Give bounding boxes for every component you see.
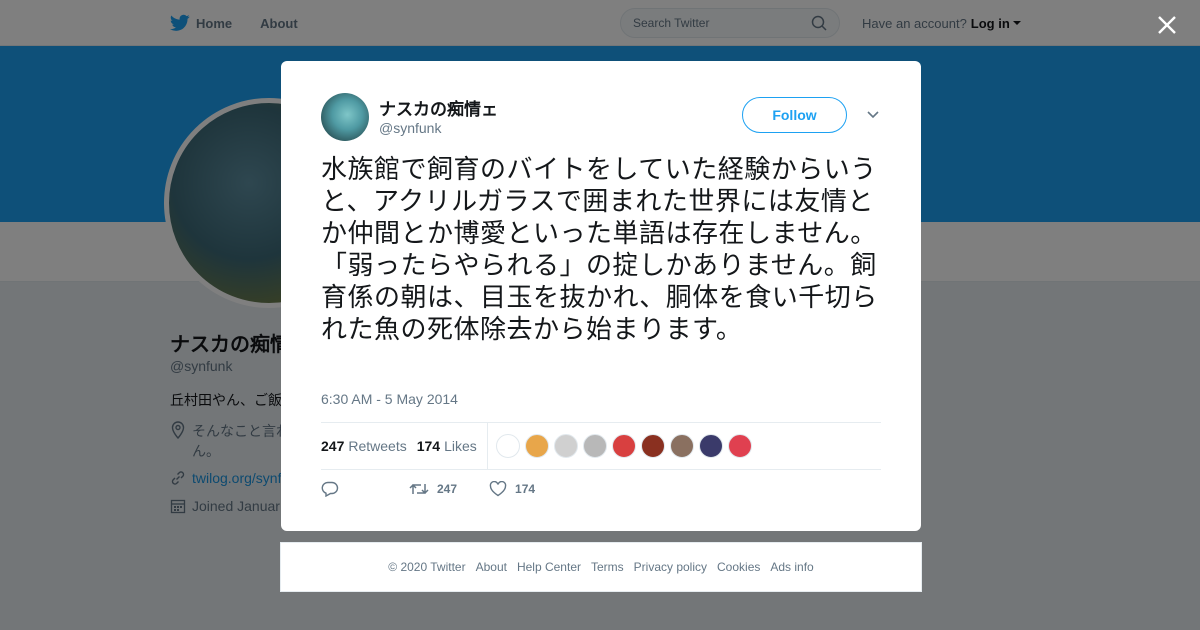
- author-avatar[interactable]: [321, 93, 369, 141]
- footer-cookies[interactable]: Cookies: [717, 560, 760, 574]
- liker-avatar[interactable]: [669, 434, 694, 458]
- retweet-count: 247: [437, 482, 458, 496]
- tweet-modal: ナスカの痴情ェ @synfunk Follow 水族館で飼育のバイトをしていた経…: [281, 61, 921, 531]
- tweet-text: 水族館で飼育のバイトをしていた経験からいうと、アクリルガラスで囲まれた世界には友…: [321, 154, 878, 344]
- author-name[interactable]: ナスカの痴情ェ: [379, 95, 498, 120]
- liker-avatar[interactable]: [698, 434, 723, 458]
- heart-icon: [489, 481, 507, 497]
- follow-button[interactable]: Follow: [742, 97, 847, 133]
- liker-avatar[interactable]: [495, 434, 520, 458]
- footer-ads[interactable]: Ads info: [770, 560, 813, 574]
- footer-about[interactable]: About: [476, 560, 507, 574]
- liker-avatar[interactable]: [640, 434, 665, 458]
- like-count: 174: [515, 482, 536, 496]
- reply-icon: [321, 481, 339, 497]
- tweet-actions: 247 174: [321, 481, 535, 497]
- footer-privacy[interactable]: Privacy policy: [634, 560, 707, 574]
- tweet-stats: 247 Retweets 174 Likes: [321, 422, 881, 470]
- likes-label: Likes: [444, 438, 477, 454]
- reply-button[interactable]: [321, 481, 347, 497]
- liker-avatar[interactable]: [582, 434, 607, 458]
- retweets-label: Retweets: [348, 438, 407, 454]
- tweet-timestamp[interactable]: 6:30 AM - 5 May 2014: [321, 391, 458, 407]
- liker-avatar[interactable]: [611, 434, 636, 458]
- footer-copyright: © 2020 Twitter: [388, 560, 466, 574]
- chevron-down-icon[interactable]: [866, 110, 880, 120]
- page-footer: © 2020 Twitter About Help Center Terms P…: [280, 542, 922, 592]
- liker-avatars: [495, 434, 757, 458]
- liker-avatar[interactable]: [727, 434, 752, 458]
- retweets-stat[interactable]: 247 Retweets: [321, 438, 407, 454]
- retweets-count: 247: [321, 438, 345, 454]
- author-handle[interactable]: @synfunk: [379, 120, 441, 136]
- footer-terms[interactable]: Terms: [591, 560, 624, 574]
- stats-divider: [486, 423, 488, 469]
- liker-avatar[interactable]: [553, 434, 578, 458]
- close-icon[interactable]: [1156, 14, 1178, 36]
- like-button[interactable]: 174: [489, 481, 535, 497]
- retweet-button[interactable]: 247: [409, 481, 457, 497]
- likes-count: 174: [416, 438, 441, 454]
- retweet-icon: [409, 483, 429, 495]
- footer-help[interactable]: Help Center: [517, 560, 581, 574]
- liker-avatar[interactable]: [524, 434, 549, 458]
- likes-stat[interactable]: 174 Likes: [417, 438, 477, 454]
